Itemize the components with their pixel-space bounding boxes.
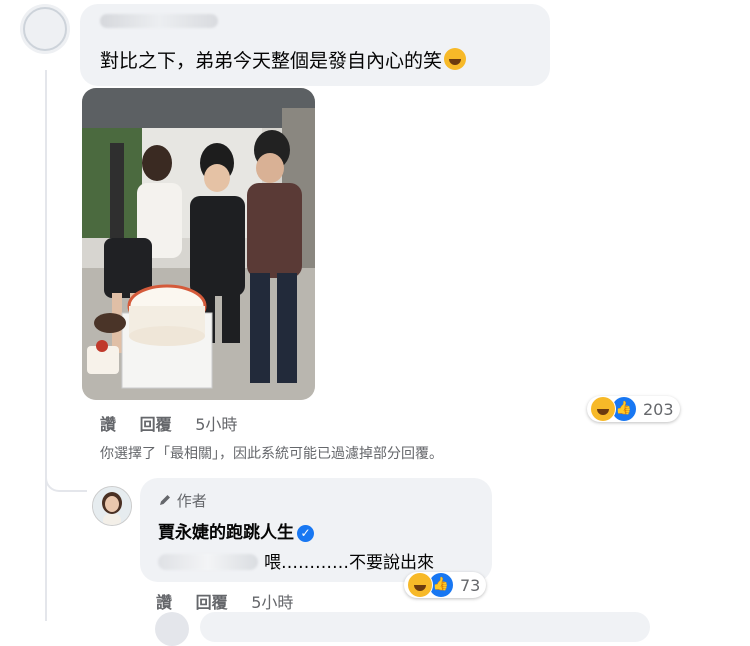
reply-text-content: 喂…………不要說出來 [264, 553, 434, 573]
like-button[interactable]: 讚 [100, 415, 116, 434]
rolling-on-floor-laughing-emoji-icon [444, 48, 467, 70]
author-avatar-image [93, 487, 131, 525]
comment-reactions[interactable]: 👍 203 [587, 396, 680, 422]
reaction-count: 73 [460, 575, 481, 595]
reply-button[interactable]: 回覆 [196, 593, 228, 612]
filter-notice: 你選擇了「最相關」，因此系統可能已過濾掉部分回覆。 [100, 446, 443, 462]
reply-actions: 讚 回覆 5小時 [156, 589, 311, 613]
comment-bubble: 對比之下，弟弟今天整個是發自內心的笑 [80, 4, 550, 86]
comment-text: 對比之下，弟弟今天整個是發自內心的笑 [100, 46, 467, 73]
haha-reaction-icon [590, 396, 616, 422]
mention-blurred[interactable] [158, 554, 258, 570]
reply-author-name[interactable]: 賈永婕的跑跳人生 [158, 523, 294, 543]
reply-author: 賈永婕的跑跳人生 ✓ [158, 518, 314, 543]
next-reply-bubble [200, 612, 650, 642]
comment-actions: 讚 回覆 5小時 [100, 411, 255, 435]
comment-text-content: 對比之下，弟弟今天整個是發自內心的笑 [100, 50, 443, 72]
timestamp[interactable]: 5小時 [251, 593, 293, 612]
author-badge-label: 作者 [176, 492, 207, 510]
commenter-name-blurred[interactable] [100, 14, 218, 28]
reply-button[interactable]: 回覆 [140, 415, 172, 434]
author-avatar[interactable] [92, 486, 132, 526]
avatar-image [20, 4, 70, 54]
thread-line [45, 70, 47, 621]
haha-reaction-icon [407, 572, 433, 598]
reply-text: 喂…………不要說出來 [158, 548, 434, 573]
next-reply-avatar[interactable] [155, 612, 189, 646]
verified-badge-icon: ✓ [297, 525, 314, 542]
author-badge: 作者 [158, 490, 207, 511]
reply-reactions[interactable]: 👍 73 [404, 572, 487, 598]
comment-photo[interactable] [82, 88, 315, 400]
family-cake-photo [82, 88, 315, 400]
commenter-avatar[interactable] [20, 4, 70, 54]
reply-connector [45, 460, 87, 492]
pencil-icon [160, 495, 170, 505]
reply-bubble: 作者 賈永婕的跑跳人生 ✓ 喂…………不要說出來 [140, 478, 492, 582]
timestamp[interactable]: 5小時 [195, 415, 237, 434]
reaction-count: 203 [643, 399, 674, 419]
like-button[interactable]: 讚 [156, 593, 172, 612]
